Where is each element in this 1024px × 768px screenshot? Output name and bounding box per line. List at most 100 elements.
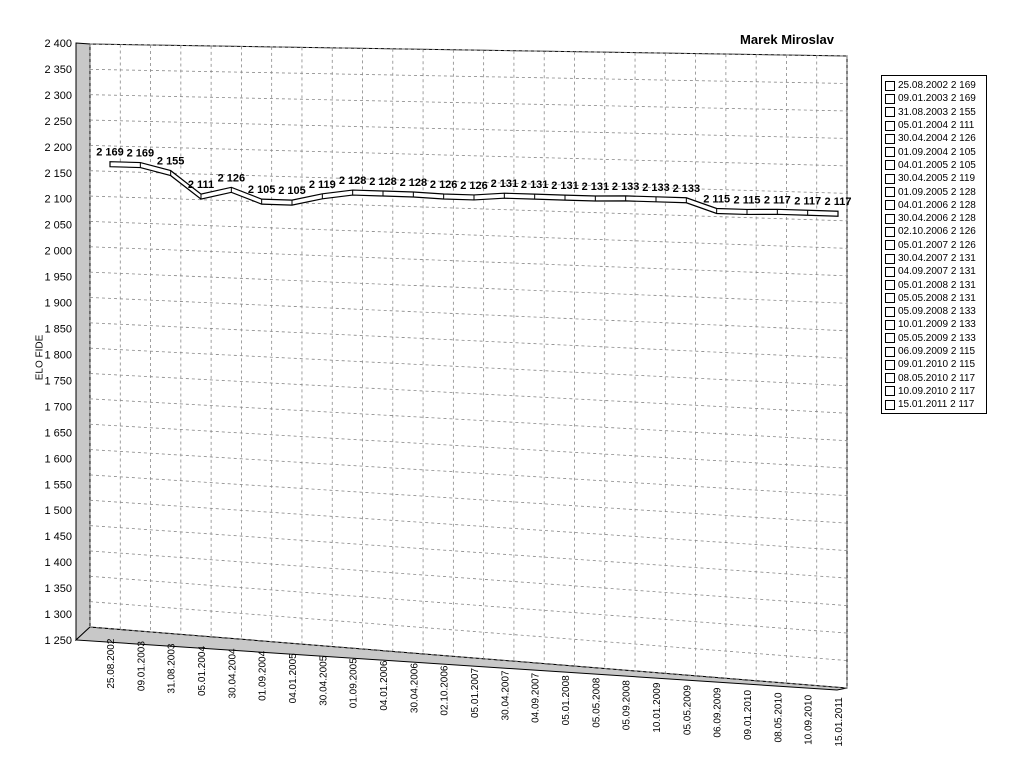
legend-entry: 04.01.2006 2 128 (885, 199, 986, 212)
legend-label: 30.04.2007 2 131 (898, 253, 976, 264)
data-label: 2 131 (521, 179, 549, 191)
legend-entry: 31.08.2003 2 155 (885, 106, 986, 119)
y-tick-label: 1 350 (44, 583, 72, 595)
x-tick-label: 10.01.2009 (652, 682, 663, 732)
y-tick-label: 1 650 (44, 427, 72, 439)
x-tick-label: 02.10.2006 (440, 665, 451, 715)
y-tick-label: 2 250 (44, 116, 72, 128)
data-label: 2 105 (248, 184, 276, 196)
x-tick-label: 31.08.2003 (167, 643, 178, 693)
y-tick-label: 1 850 (44, 324, 72, 336)
y-tick-label: 1 300 (44, 609, 72, 621)
x-tick-label: 04.01.2006 (379, 660, 390, 710)
y-tick-label: 1 550 (44, 479, 72, 491)
x-tick-label: 01.09.2004 (258, 650, 269, 700)
legend-entry: 30.04.2006 2 128 (885, 212, 986, 225)
legend-label: 01.09.2004 2 105 (898, 146, 976, 158)
y-tick-label: 1 250 (44, 635, 72, 647)
legend-label: 05.01.2008 2 131 (898, 279, 976, 291)
x-tick-label: 05.09.2008 (622, 680, 633, 730)
legend-swatch (885, 266, 895, 277)
legend-swatch (885, 306, 895, 317)
legend-entry: 09.01.2003 2 169 (885, 92, 986, 105)
legend-entry: 01.09.2005 2 128 (885, 185, 986, 198)
y-tick-label: 1 500 (44, 505, 72, 517)
data-label: 2 169 (96, 147, 124, 159)
legend-swatch (885, 399, 895, 410)
legend-label: 05.09.2008 2 133 (898, 306, 976, 318)
y-tick-label: 2 050 (44, 220, 72, 232)
y-tick-label: 2 150 (44, 168, 72, 180)
data-label: 2 117 (825, 196, 852, 208)
data-label: 2 128 (369, 176, 397, 188)
legend-label: 15.01.2011 2 117 (898, 399, 975, 411)
x-tick-label: 06.09.2009 (713, 687, 724, 737)
data-label: 2 117 (794, 195, 821, 207)
legend-entry: 30.04.2005 2 119 (885, 172, 986, 185)
y-tick-label: 2 000 (44, 246, 72, 258)
legend-label: 10.09.2010 2 117 (898, 385, 976, 397)
legend-entry: 06.09.2009 2 115 (885, 345, 986, 358)
legend-entry: 25.08.2002 2 169 (885, 79, 986, 92)
legend-label: 08.05.2010 2 117 (898, 372, 976, 384)
legend-swatch (885, 359, 895, 370)
x-tick-label: 15.01.2011 (834, 697, 845, 747)
data-label: 2 126 (460, 180, 488, 192)
y-tick-label: 1 750 (44, 375, 72, 387)
x-tick-label: 05.01.2004 (197, 646, 208, 696)
y-tick-label: 2 100 (44, 194, 72, 206)
legend-entry: 09.01.2010 2 115 (885, 358, 986, 371)
legend-label: 04.01.2005 2 105 (898, 159, 976, 171)
data-label: 2 126 (430, 179, 458, 191)
legend-entry: 10.09.2010 2 117 (885, 385, 986, 398)
legend-swatch (885, 200, 895, 211)
legend-entry: 04.09.2007 2 131 (885, 265, 986, 278)
legend-entry: 05.01.2008 2 131 (885, 278, 986, 291)
legend-label: 06.09.2009 2 115 (898, 346, 976, 358)
legend-entry: 08.05.2010 2 117 (885, 372, 986, 385)
y-tick-label: 2 200 (44, 142, 72, 154)
data-label: 2 128 (400, 177, 428, 189)
legend-swatch (885, 386, 895, 397)
legend-swatch (885, 213, 895, 224)
y-tick-label: 2 300 (44, 90, 72, 102)
data-label: 2 131 (582, 181, 610, 193)
x-tick-label: 05.05.2009 (682, 685, 693, 735)
legend-entry: 15.01.2011 2 117 (885, 398, 986, 411)
chart-area: 2 400 2 350 2 300 2 250 2 200 2 150 2 100 2 050… (44, 38, 852, 747)
x-tick-label: 04.01.2005 (288, 653, 299, 703)
legend-label: 31.08.2003 2 155 (898, 106, 976, 118)
data-label: 2 133 (612, 181, 640, 193)
x-tick-label: 08.05.2010 (773, 692, 784, 742)
x-tick-label: 04.09.2007 (531, 672, 542, 722)
legend-swatch (885, 253, 895, 264)
legend-swatch (885, 120, 895, 131)
x-tick-label: 05.01.2008 (561, 675, 572, 725)
legend-label: 25.08.2002 2 169 (898, 80, 976, 92)
legend-label: 05.05.2008 2 131 (898, 292, 976, 304)
data-label: 2 115 (703, 193, 730, 205)
legend-label: 10.01.2009 2 133 (898, 319, 976, 331)
x-tick-label: 30.04.2005 (318, 655, 329, 705)
data-label: 2 117 (764, 194, 791, 206)
legend-swatch (885, 173, 895, 184)
legend-entry: 04.01.2005 2 105 (885, 159, 986, 172)
data-label: 2 128 (339, 175, 367, 187)
back-plane (89, 43, 848, 689)
legend-label: 05.01.2007 2 126 (898, 239, 976, 251)
legend-swatch (885, 107, 895, 118)
legend-swatch (885, 346, 895, 357)
legend-entry: 05.09.2008 2 133 (885, 305, 986, 318)
y-axis-label: ELO FIDE (34, 334, 46, 381)
x-tick-label: 30.04.2004 (227, 648, 238, 698)
legend-entry: 05.01.2007 2 126 (885, 239, 986, 252)
legend-entry: 30.04.2004 2 126 (885, 132, 986, 145)
data-label: 2 133 (642, 182, 670, 194)
data-label: 2 115 (734, 194, 761, 206)
legend-label: 30.04.2006 2 128 (898, 213, 976, 225)
data-label: 2 105 (278, 185, 306, 197)
y-tick-label: 1 400 (44, 557, 72, 569)
x-tick-label: 10.09.2010 (804, 694, 815, 744)
y-tick-label: 2 400 (44, 38, 72, 50)
x-tick-label: 09.01.2010 (743, 690, 754, 740)
